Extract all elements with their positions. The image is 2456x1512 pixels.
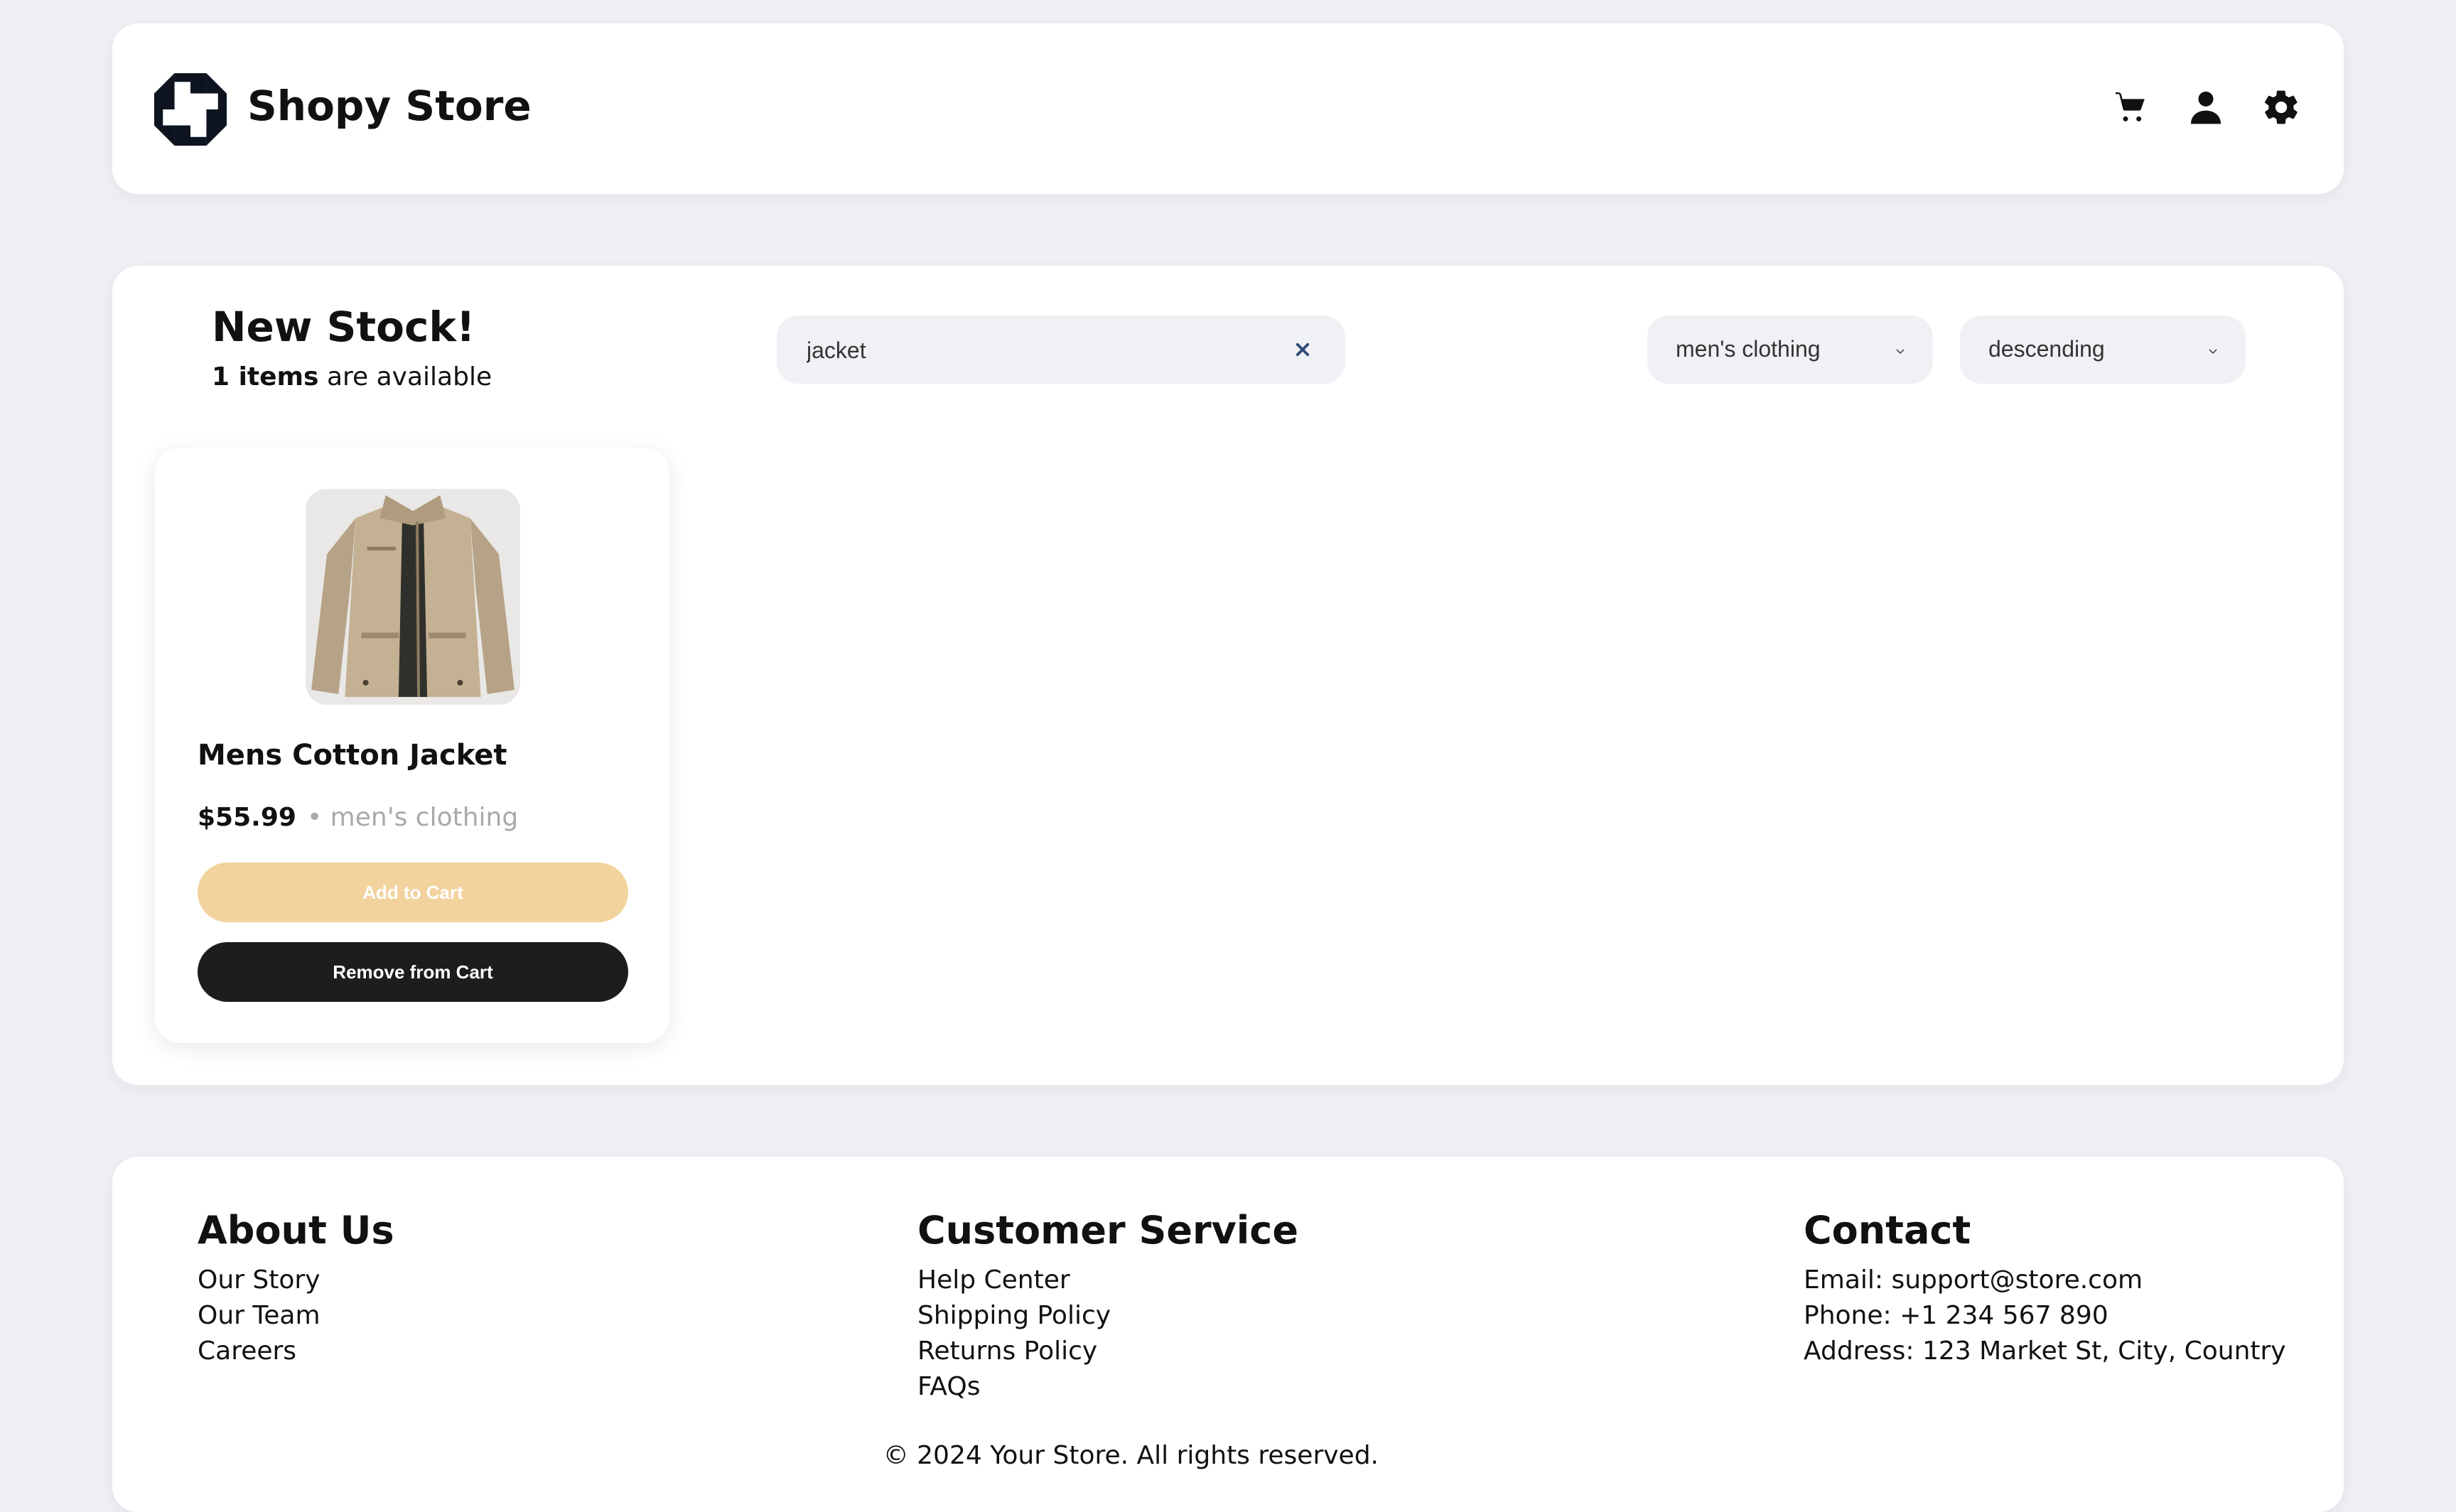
search-bar (777, 315, 1345, 385)
search-input[interactable] (805, 315, 1263, 385)
footer-link-our-story[interactable]: Our Story (198, 1263, 394, 1298)
footer-link-our-team[interactable]: Our Team (198, 1298, 394, 1334)
category-select[interactable]: men's clothing (1647, 315, 1933, 384)
footer-link-faqs[interactable]: FAQs (917, 1369, 1298, 1405)
product-price: $55.99 (198, 803, 296, 832)
site-footer: About Us Our Story Our Team Careers Cust… (112, 1157, 2344, 1512)
footer-service-title: Customer Service (917, 1208, 1298, 1253)
contact-email: Email: support@store.com (1804, 1265, 2143, 1295)
store-logo-icon[interactable] (154, 73, 227, 146)
header-actions (2111, 87, 2301, 127)
contact-phone: Phone: +1 234 567 890 (1804, 1301, 2108, 1330)
product-section: New Stock! 1 items are available men's c… (112, 266, 2344, 1085)
product-card: Mens Cotton Jacket $55.99 • men's clothi… (155, 448, 669, 1043)
footer-link-help-center[interactable]: Help Center (917, 1263, 1298, 1298)
copyright-text: © 2024 Your Store. All rights reserved. (883, 1441, 1379, 1470)
product-category: • men's clothing (307, 803, 519, 832)
chevron-down-icon (1896, 349, 1905, 355)
footer-link-careers[interactable]: Careers (198, 1334, 394, 1369)
sort-select[interactable]: descending (1960, 315, 2246, 384)
add-to-cart-button[interactable]: Add to Cart (198, 863, 628, 922)
category-select-value: men's clothing (1676, 336, 1821, 362)
footer-link-shipping-policy[interactable]: Shipping Policy (917, 1298, 1298, 1334)
remove-from-cart-button[interactable]: Remove from Cart (198, 942, 628, 1002)
items-count-number: 1 items (212, 362, 319, 392)
sort-select-value: descending (1988, 336, 2105, 362)
page-title: New Stock! (212, 303, 475, 351)
product-image[interactable] (306, 489, 520, 705)
footer-about-title: About Us (198, 1208, 394, 1253)
chevron-down-icon (2209, 349, 2217, 355)
footer-about: About Us Our Story Our Team Careers (198, 1208, 394, 1369)
clear-search-icon[interactable] (1288, 335, 1317, 364)
footer-contact: Contact Email: support@store.com Phone: … (1804, 1208, 2286, 1369)
footer-customer-service: Customer Service Help Center Shipping Po… (917, 1208, 1298, 1405)
footer-link-returns-policy[interactable]: Returns Policy (917, 1334, 1298, 1369)
product-name[interactable]: Mens Cotton Jacket (198, 739, 507, 772)
site-header: Shopy Store (112, 23, 2344, 194)
cart-icon[interactable] (2111, 87, 2150, 127)
gear-icon[interactable] (2261, 87, 2301, 127)
brand-name[interactable]: Shopy Store (247, 82, 532, 130)
footer-contact-title: Contact (1804, 1208, 1971, 1253)
user-icon[interactable] (2186, 87, 2226, 127)
items-count: 1 items are available (212, 362, 492, 392)
contact-address: Address: 123 Market St, City, Country (1804, 1336, 2286, 1366)
items-count-suffix: are available (318, 362, 492, 392)
